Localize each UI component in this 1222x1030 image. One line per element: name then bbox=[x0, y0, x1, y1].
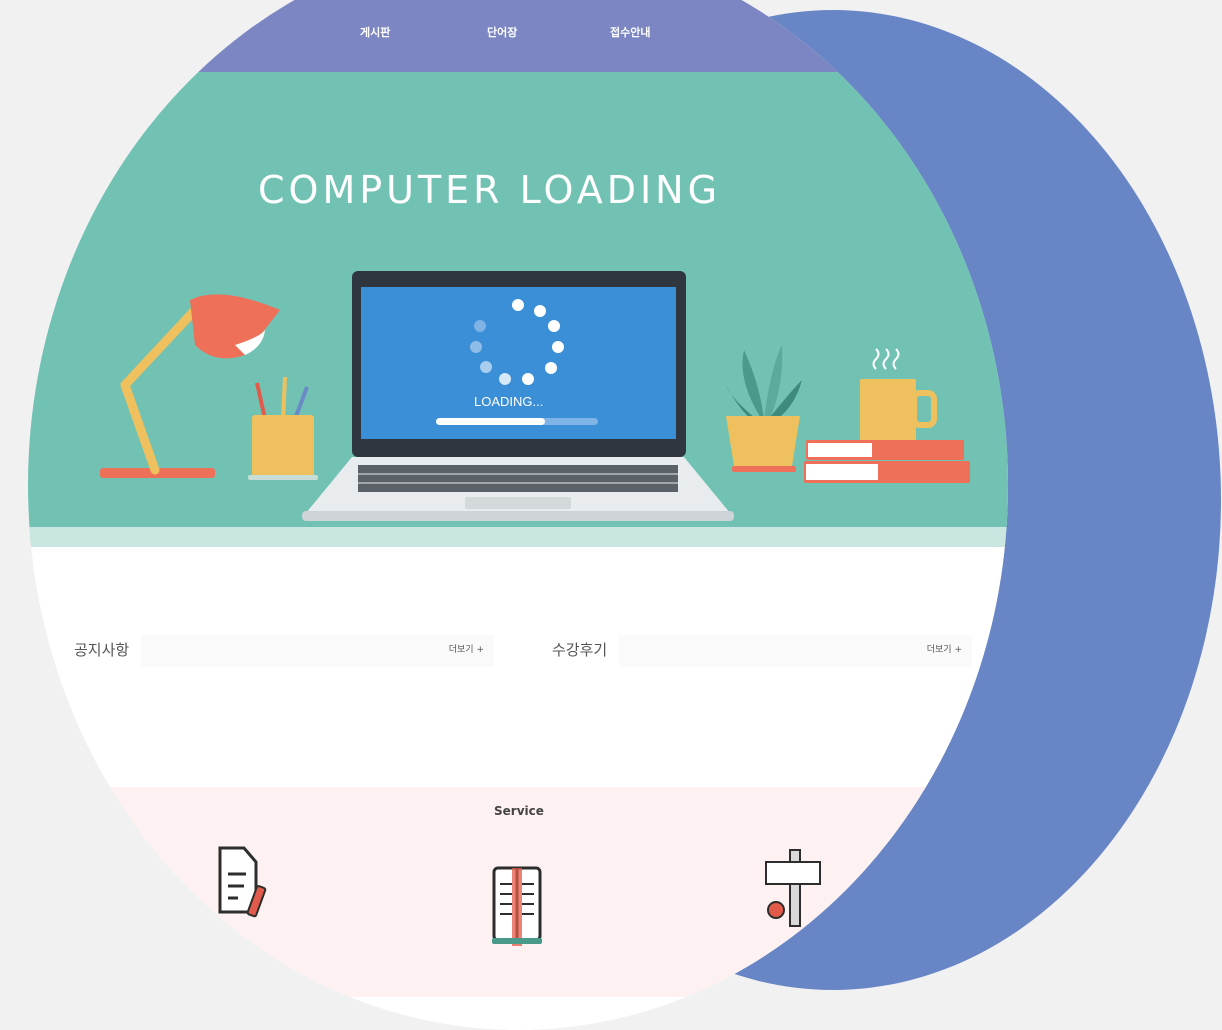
page-viewport-lens: 게시판 단어장 접수안내 COMPUTER LOADING LOADING...… bbox=[28, 0, 1008, 1030]
loading-spinner-icon bbox=[470, 299, 564, 385]
loading-progress-bar bbox=[436, 418, 598, 425]
potted-plant-illustration bbox=[726, 345, 802, 472]
nav-item-vocabulary[interactable]: 단어장 bbox=[487, 24, 517, 40]
laptop-keyboard-base bbox=[302, 457, 734, 521]
top-navbar: 게시판 단어장 접수안내 bbox=[28, 0, 1008, 72]
street-sign-icon[interactable] bbox=[762, 848, 832, 928]
document-pen-icon[interactable] bbox=[214, 842, 274, 922]
review-board-header: 수강후기 더보기 + bbox=[540, 635, 972, 667]
review-more-link[interactable]: 더보기 + bbox=[927, 635, 962, 665]
loading-label: LOADING... bbox=[474, 394, 544, 409]
nav-item-board[interactable]: 게시판 bbox=[360, 24, 390, 40]
notice-board-header: 공지사항 더보기 + bbox=[62, 635, 494, 667]
loading-progress-fill bbox=[436, 418, 545, 425]
review-board-title[interactable]: 수강후기 bbox=[540, 635, 620, 667]
notice-board-title[interactable]: 공지사항 bbox=[62, 635, 142, 667]
books-and-mug-illustration bbox=[804, 348, 970, 483]
notice-more-link[interactable]: 더보기 + bbox=[449, 635, 484, 665]
hero-title: COMPUTER LOADING bbox=[258, 168, 722, 212]
boards-section: 공지사항 더보기 + 수강후기 더보기 + bbox=[28, 547, 1008, 787]
open-book-icon[interactable] bbox=[488, 862, 548, 950]
desk-surface bbox=[28, 527, 1008, 547]
service-title: Service bbox=[494, 804, 544, 818]
nav-item-registration[interactable]: 접수안내 bbox=[610, 24, 650, 40]
